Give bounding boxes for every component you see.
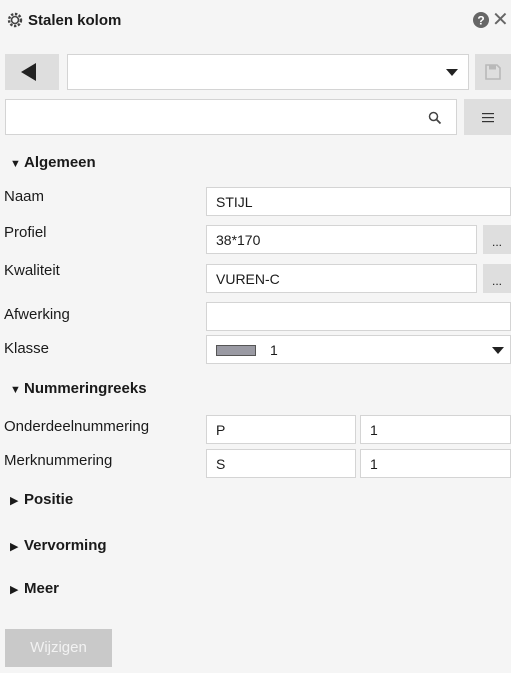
mark-start-input[interactable]: 1: [360, 449, 511, 478]
mark-numbering-label: Merknummering: [4, 452, 113, 469]
finish-label: Afwerking: [4, 306, 70, 323]
dropdown-arrow-icon: [446, 69, 458, 76]
quality-input[interactable]: VUREN-C: [206, 264, 477, 293]
back-button[interactable]: [5, 54, 59, 90]
caret-down-icon: ▼: [10, 158, 21, 170]
name-label: Naam: [4, 188, 45, 205]
quality-label: Kwaliteit: [4, 262, 60, 279]
class-select[interactable]: 1: [206, 335, 511, 364]
close-icon[interactable]: ✕: [492, 10, 509, 30]
menu-icon: [482, 113, 494, 123]
section-position[interactable]: ▶ Positie: [10, 491, 73, 508]
section-more[interactable]: ▶ Meer: [10, 580, 59, 597]
section-general[interactable]: ▼ Algemeen: [10, 154, 96, 171]
search-input[interactable]: [5, 99, 457, 135]
name-input[interactable]: STIJL: [206, 187, 511, 216]
title-bar: Stalen kolom ? ✕: [0, 0, 511, 44]
menu-button[interactable]: [464, 99, 511, 135]
section-numbering[interactable]: ▼ Nummeringreeks: [10, 380, 147, 397]
quality-browse-button[interactable]: ...: [483, 264, 511, 293]
help-icon[interactable]: ?: [473, 12, 489, 28]
gear-icon: [7, 12, 23, 28]
apply-button[interactable]: Wijzigen: [5, 629, 112, 667]
caret-down-icon: ▼: [10, 384, 21, 396]
section-deformation[interactable]: ▶ Vervorming: [10, 537, 107, 554]
class-label: Klasse: [4, 340, 50, 357]
part-start-input[interactable]: 1: [360, 415, 511, 444]
class-value: 1: [270, 342, 278, 358]
panel-title: Stalen kolom: [28, 12, 122, 29]
save-button[interactable]: [475, 54, 511, 90]
search-icon: [428, 111, 442, 125]
caret-right-icon: ▶: [10, 541, 19, 553]
part-prefix-input[interactable]: P: [206, 415, 356, 444]
profile-browse-button[interactable]: ...: [483, 225, 511, 254]
finish-input[interactable]: [206, 302, 511, 331]
dropdown-arrow-icon: [492, 347, 504, 354]
mark-prefix-input[interactable]: S: [206, 449, 356, 478]
back-arrow-icon: [21, 63, 36, 81]
caret-right-icon: ▶: [10, 584, 19, 596]
profile-input[interactable]: 38*170: [206, 225, 477, 254]
class-color-swatch: [216, 345, 256, 356]
save-icon: [485, 64, 501, 80]
svg-text:?: ?: [477, 14, 484, 28]
caret-right-icon: ▶: [10, 495, 19, 507]
attribute-set-select[interactable]: [67, 54, 469, 90]
profile-label: Profiel: [4, 224, 47, 241]
part-numbering-label: Onderdeelnummering: [4, 418, 150, 435]
